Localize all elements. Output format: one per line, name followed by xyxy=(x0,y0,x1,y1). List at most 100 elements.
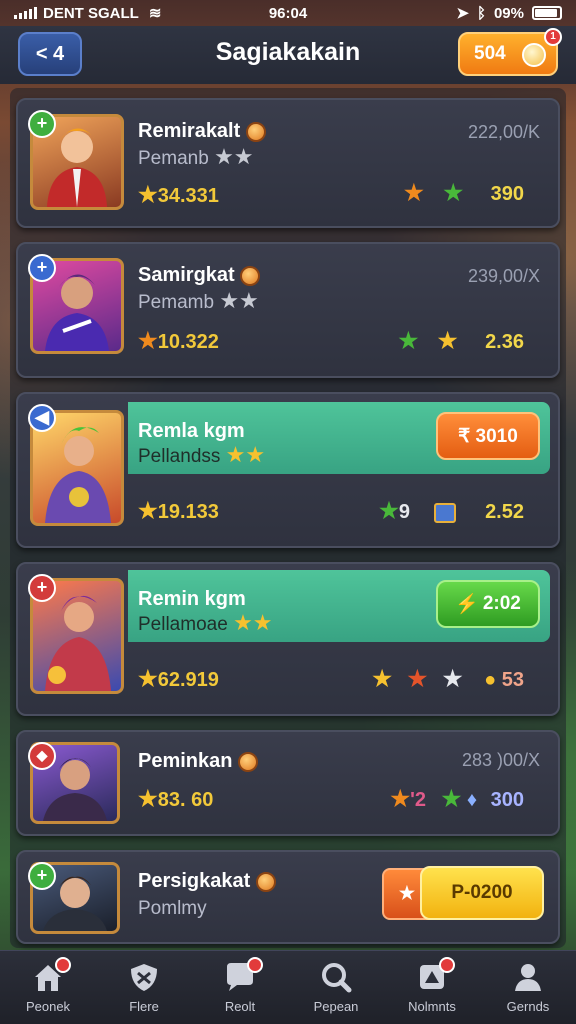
star-icon: ★ xyxy=(239,288,259,313)
nav-item-flere[interactable]: Flere xyxy=(96,951,192,1024)
bottom-navigation: Peonek Flere Reolt Pepean Nolmnts Gernds xyxy=(0,950,576,1024)
clock: 96:04 xyxy=(268,4,308,22)
shield-icon xyxy=(127,961,161,993)
player-stat: 2.36 xyxy=(485,331,524,353)
medal-icon xyxy=(238,751,259,772)
star-icon: ★ xyxy=(245,442,266,467)
add-badge[interactable]: + xyxy=(28,574,56,602)
player-price: 239,00/X xyxy=(467,266,540,286)
star-icon: ★ xyxy=(443,180,464,205)
player-rating: 34.331 xyxy=(157,185,219,207)
player-rating: 62.919 xyxy=(157,669,219,691)
player-subtitle: Pellamoae xyxy=(138,614,228,635)
star-icon: ★ xyxy=(138,328,158,353)
player-price: 222,00/K xyxy=(467,122,540,142)
timer-action-button[interactable]: ⚡ 2:02 xyxy=(436,580,540,628)
nav-item-home[interactable]: Peonek xyxy=(0,951,96,1024)
gem-icon: ♦ xyxy=(466,789,478,811)
coin-icon: ● xyxy=(484,669,497,691)
player-price: 283 )00/X xyxy=(461,750,540,770)
notification-dot xyxy=(247,957,263,973)
star-icon: ★ xyxy=(407,666,428,691)
trophy-icon xyxy=(415,957,455,993)
star-icon: ★ xyxy=(441,786,462,811)
player-rating: 10.322 xyxy=(157,331,219,353)
player-subtitle: Pemanb xyxy=(138,148,209,169)
nav-item-notifications[interactable]: Nolmnts xyxy=(384,951,480,1024)
notification-dot xyxy=(55,957,71,973)
nav-item-search[interactable]: Pepean xyxy=(288,951,384,1024)
player-subtitle: Pellandss xyxy=(138,446,221,467)
star-icon: ★ xyxy=(138,786,158,811)
nav-label: Gernds xyxy=(506,999,550,1014)
coin-balance-button[interactable]: 504 1 xyxy=(458,28,562,76)
buy-action-button[interactable]: P-0200 xyxy=(420,866,544,920)
coin-icon xyxy=(522,43,546,67)
add-badge[interactable]: + xyxy=(28,862,56,890)
nav-label: Peonek xyxy=(25,999,71,1014)
player-stat: 300 xyxy=(490,789,524,811)
list-item[interactable]: + Remirakalt Pemanb ★★ ★34.331 222,00/K … xyxy=(16,98,560,228)
star-icon: ★ xyxy=(398,328,419,353)
nav-item-chat[interactable]: Reolt xyxy=(192,951,288,1024)
star-icon: ★ xyxy=(233,144,254,169)
search-icon xyxy=(319,961,353,993)
player-name: Samirgkat xyxy=(138,264,235,286)
list-item[interactable]: + Persigkakat Pomlmy ★ P-0200 xyxy=(16,850,560,944)
action-label: P-0200 xyxy=(451,882,513,903)
back-badge[interactable]: ◀ xyxy=(28,404,56,432)
player-stat: 53 xyxy=(501,669,524,691)
nav-label: Pepean xyxy=(313,999,359,1014)
back-button[interactable]: < 4 xyxy=(18,32,82,76)
medal-icon xyxy=(240,265,261,286)
star-icon: ★ xyxy=(390,786,411,811)
action-label: 2:02 xyxy=(482,593,521,614)
player-name: Remirakalt xyxy=(138,120,241,142)
star-icon: ★ xyxy=(372,666,392,691)
player-subtitle: Pomlmy xyxy=(138,898,207,919)
profile-icon xyxy=(511,961,545,993)
add-badge[interactable]: + xyxy=(28,254,56,282)
list-item[interactable]: + ⚡ 2:02 Remin kgm Pellamoae ★★ ★62.919 ★… xyxy=(16,562,560,716)
chat-icon xyxy=(223,957,263,993)
page-title: Sagiakakain xyxy=(215,38,361,66)
star-icon: ★ xyxy=(442,666,463,691)
list-item[interactable]: ◆ Peminkan ★83. 60 283 )00/X ★'2 ★ ♦ 300 xyxy=(16,730,560,836)
extra-stat: 9 xyxy=(398,501,410,523)
player-rating: 19.133 xyxy=(157,501,219,523)
notification-badge: 1 xyxy=(544,28,562,46)
list-item[interactable]: + Samirgkat Pemamb ★★ ★10.322 239,00/X ★… xyxy=(16,242,560,378)
star-icon: ★ xyxy=(138,498,158,523)
star-icon: ★ xyxy=(379,498,399,523)
back-label: < 4 xyxy=(35,42,65,65)
nav-item-profile[interactable]: Gernds xyxy=(480,951,576,1024)
coin-amount: 504 xyxy=(474,43,506,64)
bolt-icon: ⚡ xyxy=(455,594,479,615)
status-bar: DENT SGALL ≋ 96:04 ➤ ᛒ 09% xyxy=(0,0,576,26)
chest-icon xyxy=(433,502,456,523)
player-name: Peminkan xyxy=(138,750,233,772)
home-icon xyxy=(31,957,71,993)
star-icon: ★ xyxy=(138,666,158,691)
star-icon: ★ xyxy=(437,328,458,353)
nav-label: Flere xyxy=(129,999,159,1014)
nav-label: Nolmnts xyxy=(408,999,456,1014)
player-stat: 2.52 xyxy=(485,501,524,523)
player-rating: 83. 60 xyxy=(157,789,214,811)
star-icon: ★ xyxy=(214,144,234,169)
extra-stat: '2 xyxy=(410,789,426,811)
diamond-badge[interactable]: ◆ xyxy=(28,742,56,770)
notification-dot xyxy=(439,957,455,973)
add-badge[interactable]: + xyxy=(28,110,56,138)
star-icon: ★ xyxy=(225,442,246,467)
medal-icon xyxy=(255,871,276,892)
star-icon: ★ xyxy=(233,610,253,635)
star-icon: ★ xyxy=(252,610,273,635)
price-action-button[interactable]: ₹ 3010 xyxy=(436,412,540,460)
star-icon: ★ xyxy=(219,288,240,313)
player-name: Remla kgm xyxy=(138,420,245,442)
star-icon: ★ xyxy=(138,182,158,207)
list-item[interactable]: ◀ ₹ 3010 Remla kgm Pellandss ★★ ★19.133 … xyxy=(16,392,560,548)
action-label: ₹ 3010 xyxy=(458,425,518,447)
top-header: < 4 Sagiakakain 504 1 xyxy=(0,26,576,84)
